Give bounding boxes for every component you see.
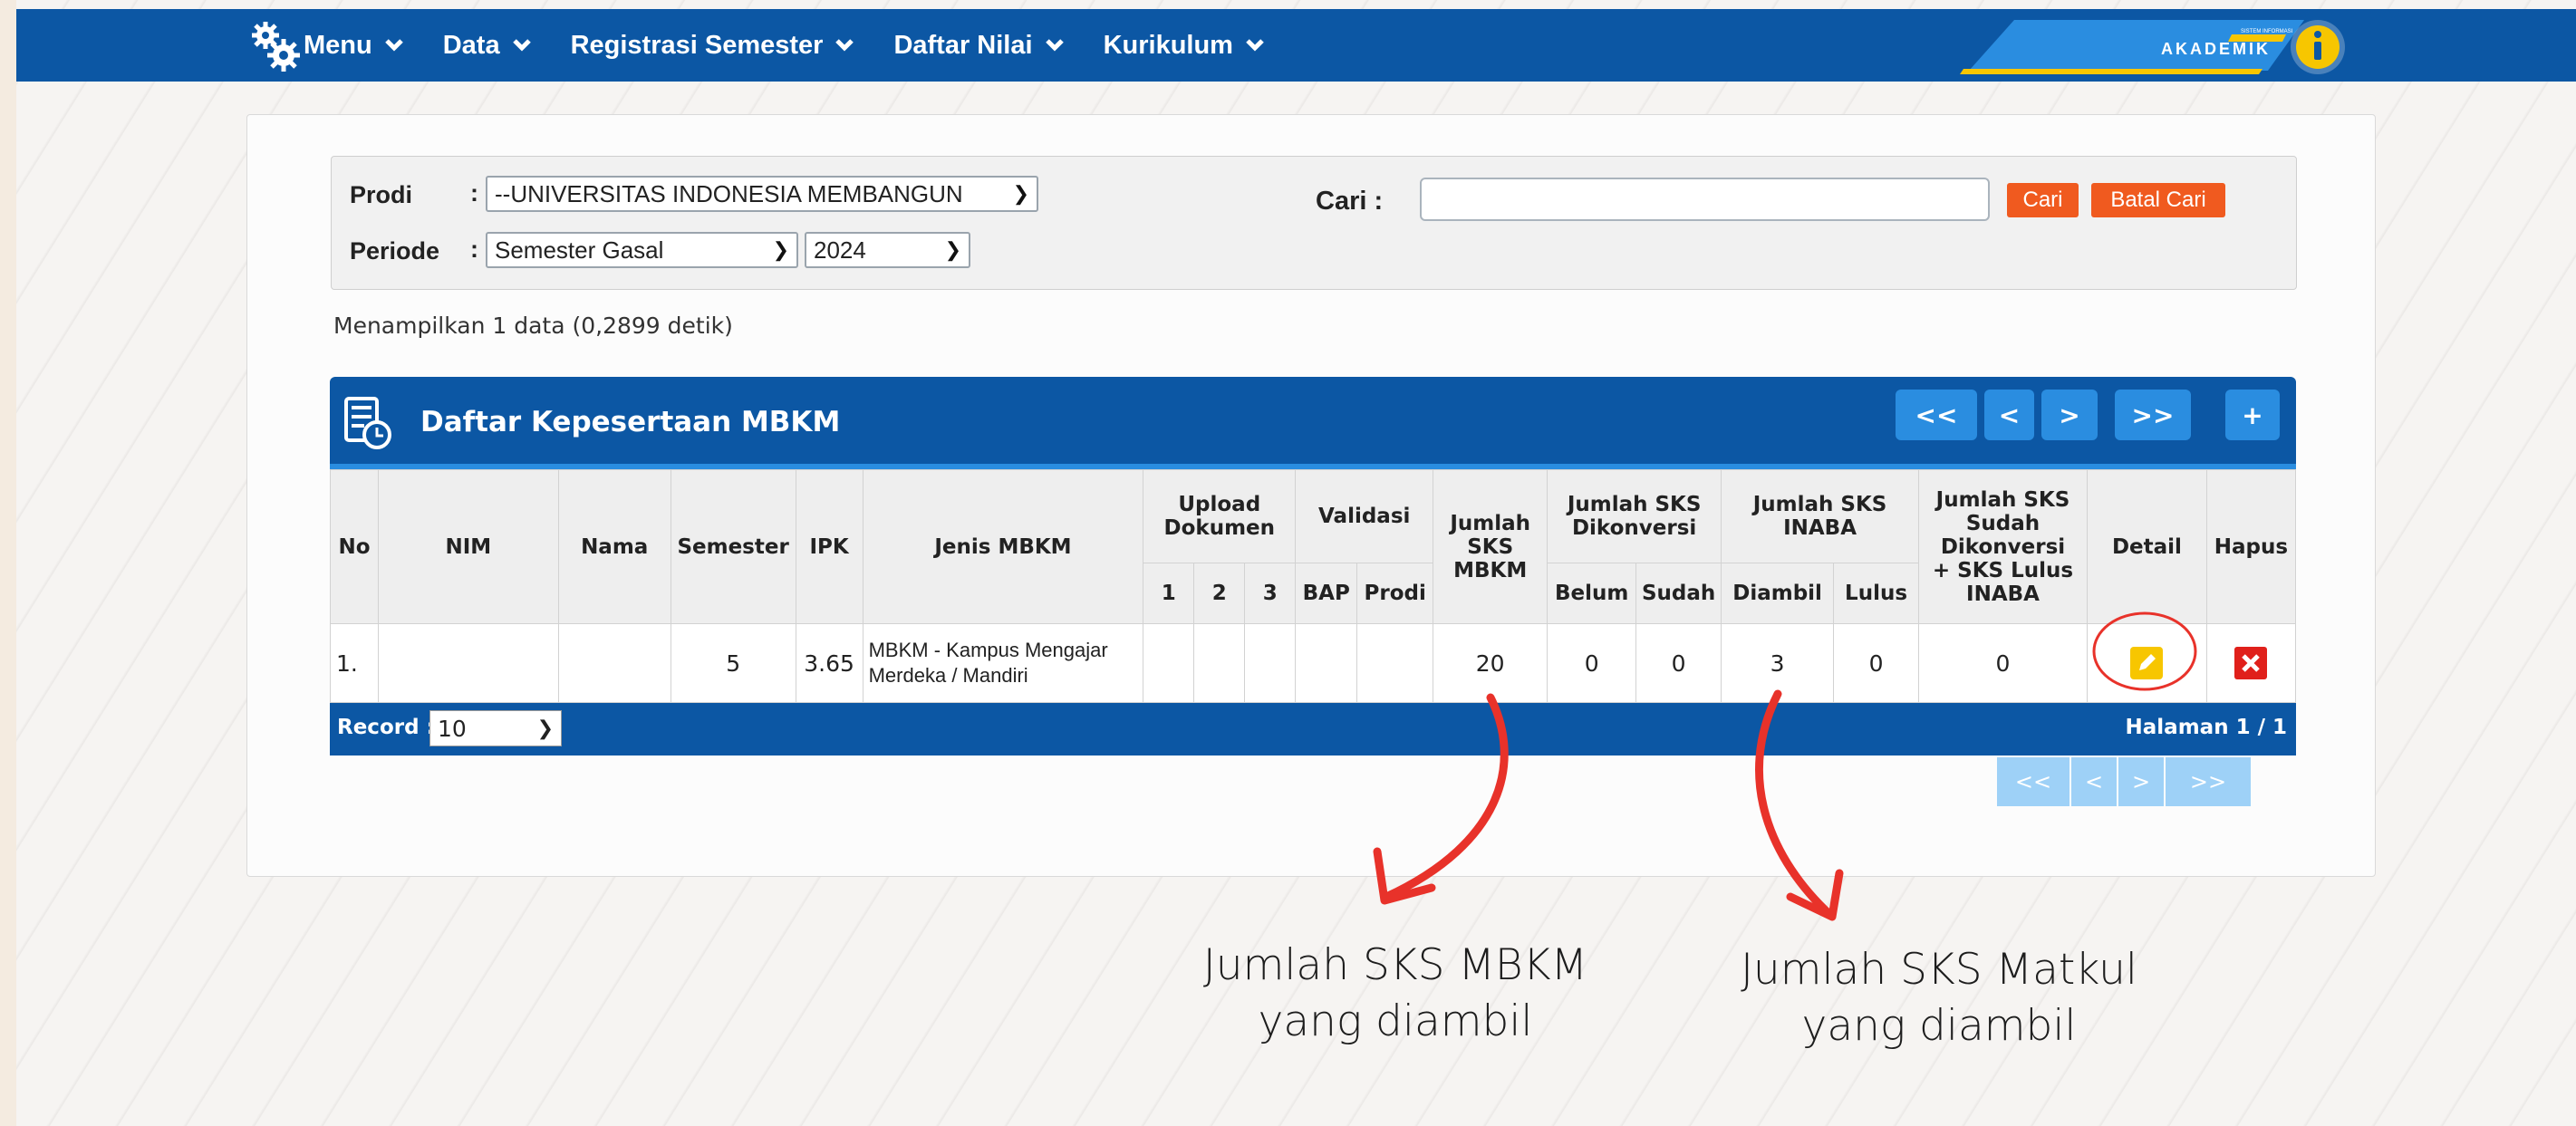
- annotation-sks-mbkm: Jumlah SKS MBKM yang diambil: [1169, 938, 1622, 1050]
- annotation-left-line2: yang diambil: [1258, 996, 1533, 1046]
- annotation-left-line1: Jumlah SKS MBKM: [1202, 940, 1588, 990]
- detail-highlight-circle: [2092, 611, 2197, 691]
- annotation-sks-matkul: Jumlah SKS Matkul yang diambil: [1703, 942, 2175, 1054]
- right-annotation-arrow: [1755, 689, 1835, 919]
- annotation-right-line1: Jumlah SKS Matkul: [1741, 945, 2137, 995]
- left-annotation-arrow: [1382, 693, 1509, 901]
- annotation-right-line2: yang diambil: [1801, 1001, 2077, 1051]
